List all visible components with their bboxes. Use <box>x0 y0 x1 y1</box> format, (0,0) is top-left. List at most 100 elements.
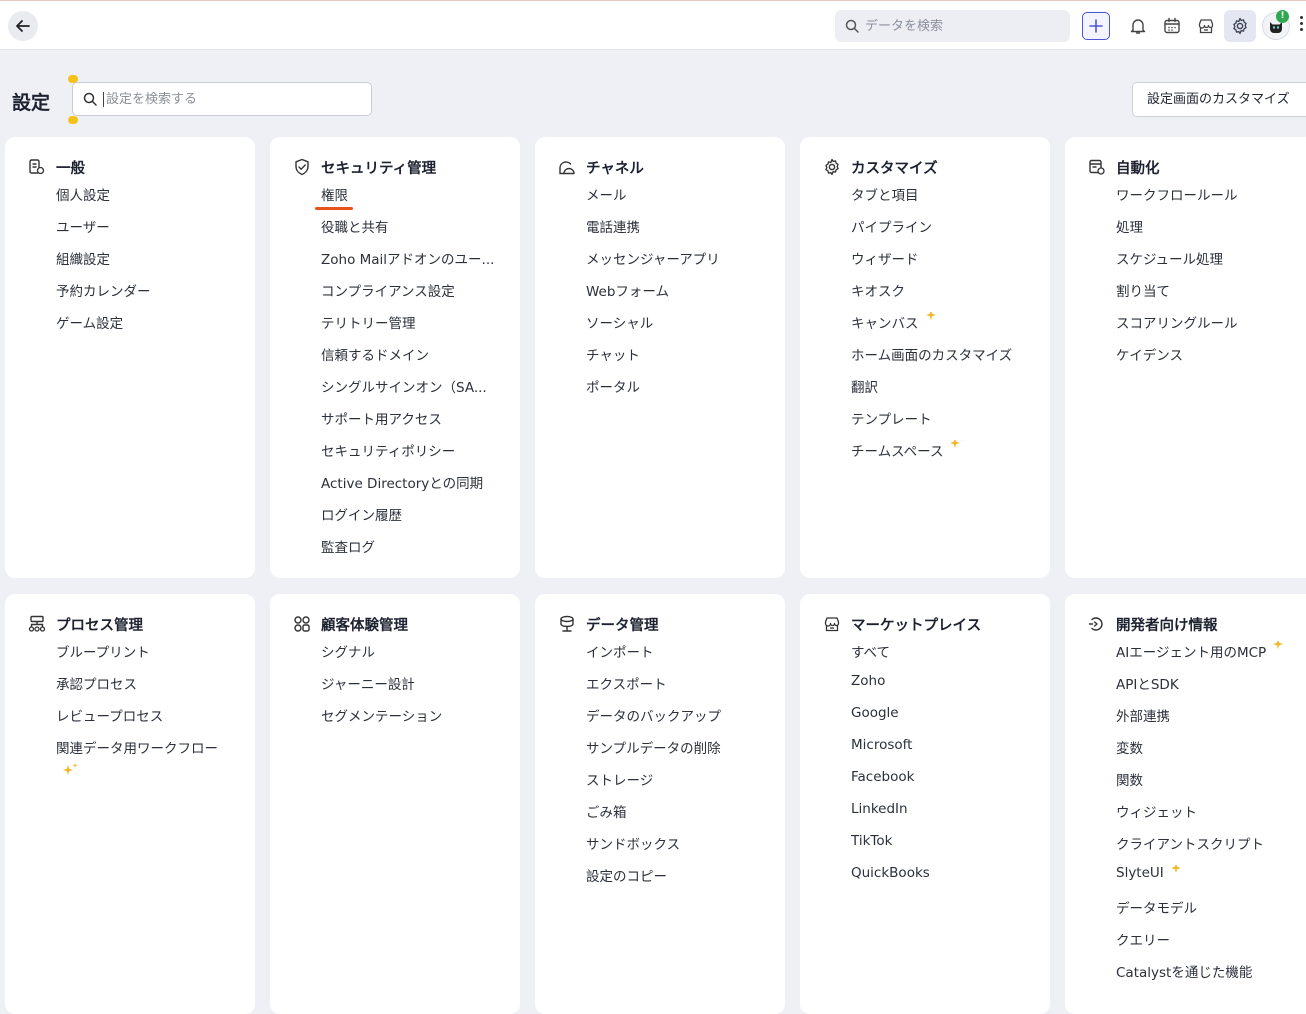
menu-item-microsoft[interactable]: Microsoft <box>851 737 1046 769</box>
menu-item-chat[interactable]: チャット <box>586 344 781 376</box>
card-title: カスタマイズ <box>851 160 938 177</box>
more-icon[interactable] <box>1298 16 1306 34</box>
menu-item-org-settings[interactable]: 組織設定 <box>56 248 251 280</box>
menu-item-pipelines[interactable]: パイプライン <box>851 216 1046 248</box>
menu-item-client-script[interactable]: クライアントスクリプト <box>1116 833 1306 865</box>
menu-item-apis-sdks[interactable]: APIとSDK <box>1116 673 1306 705</box>
sparkle-icon <box>63 763 78 775</box>
menu-item-workflow-rules[interactable]: ワークフロールール <box>1116 184 1306 216</box>
sparkle-icon <box>950 440 963 448</box>
menu-item-remove-sample-data[interactable]: サンプルデータの削除 <box>586 737 781 769</box>
menu-item-email[interactable]: メール <box>586 184 781 216</box>
menu-item-copy-configuration[interactable]: 設定のコピー <box>586 865 781 897</box>
global-search-input[interactable] <box>865 18 1055 34</box>
menu-item-approval-process[interactable]: 承認プロセス <box>56 673 251 705</box>
menu-item-connections[interactable]: 外部連携 <box>1116 705 1306 737</box>
menu-item-social[interactable]: ソーシャル <box>586 312 781 344</box>
menu-item-quickbooks[interactable]: QuickBooks <box>851 865 1046 897</box>
menu-item-import[interactable]: インポート <box>586 641 781 673</box>
menu-item-storage[interactable]: ストレージ <box>586 769 781 801</box>
menu-item-sandbox[interactable]: サンドボックス <box>586 833 781 865</box>
menu-item-templates[interactable]: テンプレート <box>851 408 1046 440</box>
menu-item-trusted-domains[interactable]: 信頼するドメイン <box>321 344 516 376</box>
menu-item-slyteui[interactable]: SlyteUI <box>1116 865 1306 897</box>
back-button[interactable] <box>8 11 38 41</box>
global-search[interactable] <box>835 10 1070 42</box>
card-header: 顧客体験管理 <box>292 613 408 635</box>
menu-item-roles-sharing[interactable]: 役職と共有 <box>321 216 516 248</box>
add-button[interactable] <box>1082 12 1110 40</box>
card-security: セキュリティ管理 権限 役職と共有 Zoho Mailアドオンのユー... コン… <box>270 137 520 578</box>
menu-item-cadences[interactable]: ケイデンス <box>1116 344 1306 376</box>
menu-item-signals[interactable]: シグナル <box>321 641 516 673</box>
menu-item-recycle-bin[interactable]: ごみ箱 <box>586 801 781 833</box>
marketplace-icon <box>822 614 842 634</box>
menu-item-all[interactable]: すべて <box>851 641 1046 673</box>
menu-item-wizards[interactable]: ウィザード <box>851 248 1046 280</box>
menu-item-widgets[interactable]: ウィジェット <box>1116 801 1306 833</box>
menu-item-catalyst[interactable]: Catalystを通じた機能 <box>1116 961 1306 993</box>
marketplace-button[interactable] <box>1194 14 1218 38</box>
menu-item-functions[interactable]: 関数 <box>1116 769 1306 801</box>
menu-item-review-process[interactable]: レビュープロセス <box>56 705 251 737</box>
menu-item-translations[interactable]: 翻訳 <box>851 376 1046 408</box>
menu-item-scoring-rules[interactable]: スコアリングルール <box>1116 312 1306 344</box>
menu-item-zoho[interactable]: Zoho <box>851 673 1046 705</box>
menu-item-security-policy[interactable]: セキュリティポリシー <box>321 440 516 472</box>
database-icon <box>557 614 577 634</box>
menu-item-permissions[interactable]: 権限 <box>321 184 516 216</box>
active-item-underline <box>315 207 353 210</box>
menu-item-assignment[interactable]: 割り当て <box>1116 280 1306 312</box>
search-icon <box>845 19 859 33</box>
menu-item-support-access[interactable]: サポート用アクセス <box>321 408 516 440</box>
settings-search[interactable] <box>72 82 372 116</box>
menu-item-data-model[interactable]: データモデル <box>1116 897 1306 929</box>
menu-item-blueprint[interactable]: ブループリント <box>56 641 251 673</box>
menu-item-related-data-workflow[interactable]: 関連データ用ワークフロー <box>56 737 251 761</box>
page-title: 設定 <box>12 92 51 114</box>
marketplace-icon <box>1198 19 1214 34</box>
menu-item-audit-log[interactable]: 監査ログ <box>321 536 516 568</box>
menu-item-data-backup[interactable]: データのバックアップ <box>586 705 781 737</box>
developer-icon <box>1087 614 1107 634</box>
menu-item-messaging-apps[interactable]: メッセンジャーアプリ <box>586 248 781 280</box>
menu-item-home-customization[interactable]: ホーム画面のカスタマイズ <box>851 344 1046 376</box>
menu-item-mcp-for-ai-agents[interactable]: AIエージェント用のMCP <box>1116 641 1306 673</box>
menu-item-modules-fields[interactable]: タブと項目 <box>851 184 1046 216</box>
menu-item-facebook[interactable]: Facebook <box>851 769 1046 801</box>
menu-item-ad-sync[interactable]: Active Directoryとの同期 <box>321 472 516 504</box>
menu-item-export[interactable]: エクスポート <box>586 673 781 705</box>
menu-item-territory[interactable]: テリトリー管理 <box>321 312 516 344</box>
settings-search-input[interactable] <box>103 91 353 107</box>
menu-item-linkedin[interactable]: LinkedIn <box>851 801 1046 833</box>
menu-item-gamescope[interactable]: ゲーム設定 <box>56 312 251 344</box>
menu-item-compliance[interactable]: コンプライアンス設定 <box>321 280 516 312</box>
menu-item-users[interactable]: ユーザー <box>56 216 251 248</box>
menu-item-variables[interactable]: 変数 <box>1116 737 1306 769</box>
customize-settings-button[interactable]: 設定画面のカスタマイズ <box>1132 82 1306 117</box>
card-marketplace: マーケットプレイス すべて Zoho Google Microsoft Face… <box>800 594 1050 1014</box>
menu-item-kiosk[interactable]: キオスク <box>851 280 1046 312</box>
menu-item-actions[interactable]: 処理 <box>1116 216 1306 248</box>
menu-item-zoho-mail-addon[interactable]: Zoho Mailアドオンのユー... <box>321 248 516 280</box>
menu-item-personal-settings[interactable]: 個人設定 <box>56 184 251 216</box>
menu-item-team-spaces[interactable]: チームスペース <box>851 440 1046 472</box>
calendar-button[interactable] <box>1160 14 1184 38</box>
menu-item-booking-calendar[interactable]: 予約カレンダー <box>56 280 251 312</box>
menu-item-canvas[interactable]: キャンバス <box>851 312 1046 344</box>
menu-item-login-history[interactable]: ログイン履歴 <box>321 504 516 536</box>
menu-item-webforms[interactable]: Webフォーム <box>586 280 781 312</box>
menu-item-segmentation[interactable]: セグメンテーション <box>321 705 516 737</box>
card-customization: カスタマイズ タブと項目 パイプライン ウィザード キオスク キャンバス ホーム… <box>800 137 1050 578</box>
menu-item-queries[interactable]: クエリー <box>1116 929 1306 961</box>
menu-item-schedules[interactable]: スケジュール処理 <box>1116 248 1306 280</box>
settings-button[interactable] <box>1224 10 1256 42</box>
bell-icon <box>1130 19 1146 34</box>
menu-item-tiktok[interactable]: TikTok <box>851 833 1046 865</box>
menu-item-portals[interactable]: ポータル <box>586 376 781 408</box>
menu-item-journey-builder[interactable]: ジャーニー設計 <box>321 673 516 705</box>
notifications-button[interactable] <box>1126 14 1150 38</box>
menu-item-telephony[interactable]: 電話連携 <box>586 216 781 248</box>
menu-item-sso[interactable]: シングルサインオン（SA... <box>321 376 516 408</box>
menu-item-google[interactable]: Google <box>851 705 1046 737</box>
